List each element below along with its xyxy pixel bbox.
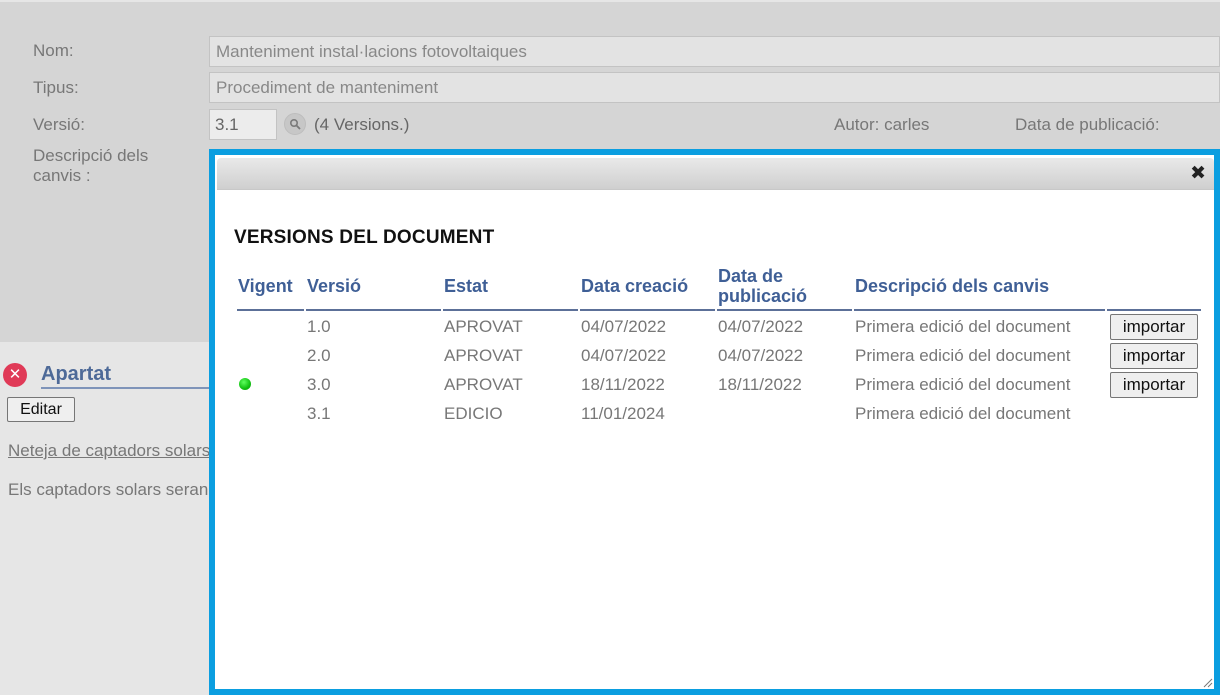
data-publicacio-cell: 04/07/2022 (718, 317, 804, 336)
vigent-cell (237, 369, 304, 398)
data-publicacio-cell (717, 398, 852, 427)
versio-cell: 3.1 (307, 404, 331, 423)
column-header-data-publicacio-line2: publicació (718, 285, 808, 306)
importar-button[interactable]: importar (1110, 343, 1198, 369)
versio-label: Versió: (33, 115, 85, 134)
search-versions-button[interactable] (284, 113, 306, 135)
versio-cell: 1.0 (307, 317, 331, 336)
tipus-field[interactable]: Procediment de manteniment (209, 72, 1220, 103)
column-header-descripcio: Descripció dels canvis (854, 263, 1105, 311)
vigent-cell (237, 340, 304, 369)
column-header-vigent: Vigent (237, 263, 304, 311)
actions-cell (1107, 398, 1201, 427)
resize-handle-icon[interactable] (1201, 676, 1213, 688)
versions-count: (4 Versions.) (314, 115, 410, 134)
apartat-text: Els captadors solars seran (8, 480, 209, 499)
data-publicacio-label: Data de publicació: (1015, 115, 1160, 134)
data-creacio-cell: 04/07/2022 (581, 317, 667, 336)
importar-button[interactable]: importar (1110, 372, 1198, 398)
versio-cell: 3.0 (307, 375, 331, 394)
column-header-estat: Estat (443, 263, 578, 311)
table-row: 3.0 APROVAT 18/11/2022 18/11/2022 Primer… (237, 369, 1201, 398)
descripcio-label-line1: Descripció dels (33, 146, 149, 165)
estat-cell: APROVAT (444, 317, 523, 336)
vigent-cell (237, 398, 304, 427)
descripcio-cell: Primera edició del document (855, 375, 1071, 394)
editar-button[interactable]: Editar (7, 397, 75, 422)
apartat-link[interactable]: Neteja de captadors solars (8, 441, 210, 461)
current-version-dot-icon (239, 378, 251, 390)
estat-cell: EDICIO (444, 404, 503, 423)
actions-cell: importar (1107, 311, 1201, 340)
table-row: 1.0 APROVAT 04/07/2022 04/07/2022 Primer… (237, 311, 1201, 340)
actions-cell: importar (1107, 369, 1201, 398)
estat-cell: APROVAT (444, 375, 523, 394)
column-header-actions (1107, 263, 1201, 311)
data-creacio-cell: 11/01/2024 (581, 404, 665, 423)
data-creacio-cell: 04/07/2022 (581, 346, 667, 365)
column-header-data-creacio: Data creació (580, 263, 715, 311)
column-header-data-publicacio: Data de publicació (717, 263, 852, 311)
versions-table: Vigent Versió Estat Data creació Data de… (235, 263, 1203, 427)
data-creacio-cell: 18/11/2022 (581, 375, 665, 394)
close-icon[interactable]: ✖ (1190, 164, 1206, 184)
nom-label: Nom: (33, 41, 74, 60)
descripcio-cell: Primera edició del document (855, 404, 1071, 423)
descripcio-cell: Primera edició del document (855, 346, 1071, 365)
descripcio-cell: Primera edició del document (855, 317, 1071, 336)
apartat-title: Apartat (41, 362, 216, 389)
tipus-label: Tipus: (33, 78, 79, 97)
estat-cell: APROVAT (444, 346, 523, 365)
table-row: 3.1 EDICIO 11/01/2024 Primera edició del… (237, 398, 1201, 427)
autor-text: Autor: carles (834, 115, 930, 134)
descripcio-label-line2: canvis : (33, 166, 91, 185)
versio-cell: 2.0 (307, 346, 331, 365)
table-row: 2.0 APROVAT 04/07/2022 04/07/2022 Primer… (237, 340, 1201, 369)
table-header-row: Vigent Versió Estat Data creació Data de… (237, 263, 1201, 311)
vigent-cell (237, 311, 304, 340)
modal-heading: VERSIONS DEL DOCUMENT (234, 227, 495, 248)
modal-titlebar[interactable]: ✖ (217, 158, 1214, 190)
actions-cell: importar (1107, 340, 1201, 369)
versio-field[interactable]: 3.1 (209, 109, 277, 140)
column-header-data-publicacio-line1: Data de (718, 265, 784, 286)
data-publicacio-cell: 18/11/2022 (718, 375, 802, 394)
data-publicacio-cell: 04/07/2022 (718, 346, 804, 365)
search-icon (289, 118, 301, 130)
importar-button[interactable]: importar (1110, 314, 1198, 340)
delete-apartat-icon[interactable]: ✕ (3, 363, 27, 387)
column-header-versio: Versió (306, 263, 441, 311)
nom-field[interactable]: Manteniment instal·lacions fotovoltaique… (209, 36, 1220, 67)
versions-modal: ✖ VERSIONS DEL DOCUMENT Vigent Versió Es… (209, 149, 1220, 695)
